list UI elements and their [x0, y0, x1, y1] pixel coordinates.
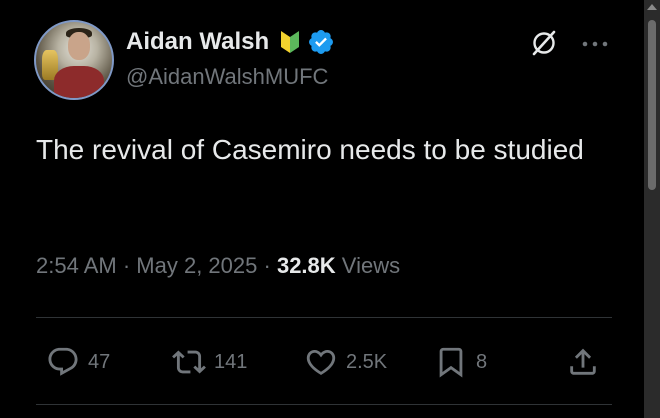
reply-count: 47 [88, 350, 111, 373]
like-count: 2.5K [346, 350, 388, 373]
author-name-row: Aidan Walsh [126, 26, 335, 58]
tweet-date[interactable]: May 2, 2025 [136, 253, 257, 278]
tweet-meta: 2:54 AM · May 2, 2025 · 32.8K Views [36, 253, 400, 279]
grok-icon[interactable] [529, 28, 559, 58]
action-bar: 47 141 2.5K 8 [36, 342, 612, 382]
like-button[interactable]: 2.5K [304, 342, 387, 382]
beginner-mark-icon [281, 31, 300, 53]
views-count[interactable]: 32.8K [277, 253, 336, 278]
tweet-time[interactable]: 2:54 AM [36, 253, 117, 278]
avatar[interactable] [34, 20, 114, 100]
scrollbar-thumb[interactable] [648, 20, 656, 190]
bookmark-count: 8 [476, 350, 488, 373]
avatar-face [68, 32, 90, 60]
reply-icon [48, 347, 78, 376]
retweet-icon [172, 350, 206, 374]
tweet-text: The revival of Casemiro needs to be stud… [36, 134, 584, 165]
divider [36, 404, 612, 405]
author-display-name[interactable]: Aidan Walsh [126, 28, 269, 56]
scrollbar[interactable] [644, 0, 660, 418]
share-button[interactable] [566, 342, 600, 382]
divider [36, 317, 612, 318]
heart-icon [306, 349, 336, 375]
author-handle[interactable]: @AidanWalshMUFC [126, 64, 328, 90]
bookmark-icon [439, 347, 463, 378]
meta-separator: · [263, 253, 271, 278]
reply-button[interactable]: 47 [46, 342, 110, 382]
tweet-frame: Aidan Walsh @AidanWalshMUFC The revival … [0, 0, 660, 418]
avatar-shirt [54, 66, 104, 98]
share-icon [570, 348, 596, 375]
retweet-button[interactable]: 141 [172, 342, 247, 382]
meta-separator: · [122, 253, 131, 278]
more-options-icon[interactable] [581, 40, 609, 48]
retweet-count: 141 [214, 350, 248, 373]
views-label: Views [341, 253, 401, 278]
bookmark-button[interactable]: 8 [434, 342, 487, 382]
verified-badge-icon [309, 30, 334, 54]
scroll-up-arrow-icon[interactable] [647, 4, 657, 10]
